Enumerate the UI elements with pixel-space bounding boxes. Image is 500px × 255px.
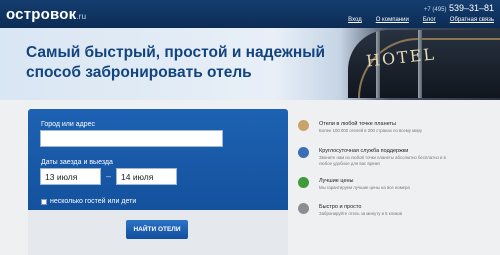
feature-item: Отели в любой точке планеты Более 100 00… [292, 118, 462, 144]
phone-number: +7 (495) 539–31–81 [424, 3, 494, 13]
feature-desc: Звоните нам из любой точки планеты абсол… [319, 155, 446, 166]
city-input[interactable] [40, 130, 223, 147]
feature-desc: Забронируйте отель за минуту и 5 кликов [319, 211, 403, 216]
hotel-sign-image: HOTEL [348, 30, 500, 98]
find-hotels-button[interactable]: НАЙТИ ОТЕЛИ [126, 220, 188, 239]
date-dash: – [106, 171, 112, 181]
hero-title: Самый быстрый, простой и надежный способ… [26, 44, 326, 81]
feature-title: Лучшие цены [319, 178, 354, 184]
guests-label[interactable]: несколько гостей или дети [50, 198, 136, 205]
features-list: Отели в любой точке планеты Более 100 00… [292, 118, 462, 233]
feature-item: Круглосуточная служба поддержки Звоните … [292, 145, 462, 171]
phone-main: 539–31–81 [448, 3, 494, 13]
guests-checkbox[interactable] [41, 199, 47, 205]
feature-item: Лучшие цены Мы гарантируем лучшие цены н… [292, 175, 462, 201]
main-nav: Вход О компании Блог Обратная связь [348, 17, 494, 23]
feature-item: Быстро и просто Забронируйте отель за ми… [292, 201, 462, 227]
nav-login[interactable]: Вход [348, 17, 362, 23]
search-form: Город или адрес Даты заезда и выезда 13 … [28, 109, 288, 255]
stopwatch-icon [298, 203, 309, 214]
nav-about[interactable]: О компании [376, 17, 409, 23]
feature-desc: Более 100 000 отелей в 200 странах по вс… [319, 128, 422, 133]
support-icon [298, 147, 309, 158]
top-bar: островок.ru +7 (495) 539–31–81 Вход О ко… [0, 0, 500, 28]
globe-icon [298, 120, 309, 131]
phone-code: +7 (495) [423, 7, 447, 13]
nav-blog[interactable]: Блог [423, 17, 436, 23]
logo-text: островок [6, 6, 77, 23]
logo-suffix: .ru [76, 12, 87, 21]
checkin-input[interactable]: 13 июля [40, 168, 101, 185]
feature-title: Быстро и просто [319, 204, 362, 210]
nav-feedback[interactable]: Обратная связь [450, 17, 494, 23]
dates-label: Даты заезда и выезда [41, 159, 113, 166]
checkout-input[interactable]: 14 июля [116, 168, 177, 185]
logo[interactable]: островок.ru [6, 6, 86, 23]
city-label: Город или адрес [41, 121, 95, 128]
feature-desc: Мы гарантируем лучшие цены на все номера [319, 185, 410, 190]
price-icon [298, 177, 309, 188]
feature-title: Отели в любой точке планеты [319, 121, 396, 127]
feature-title: Круглосуточная служба поддержки [319, 148, 409, 154]
